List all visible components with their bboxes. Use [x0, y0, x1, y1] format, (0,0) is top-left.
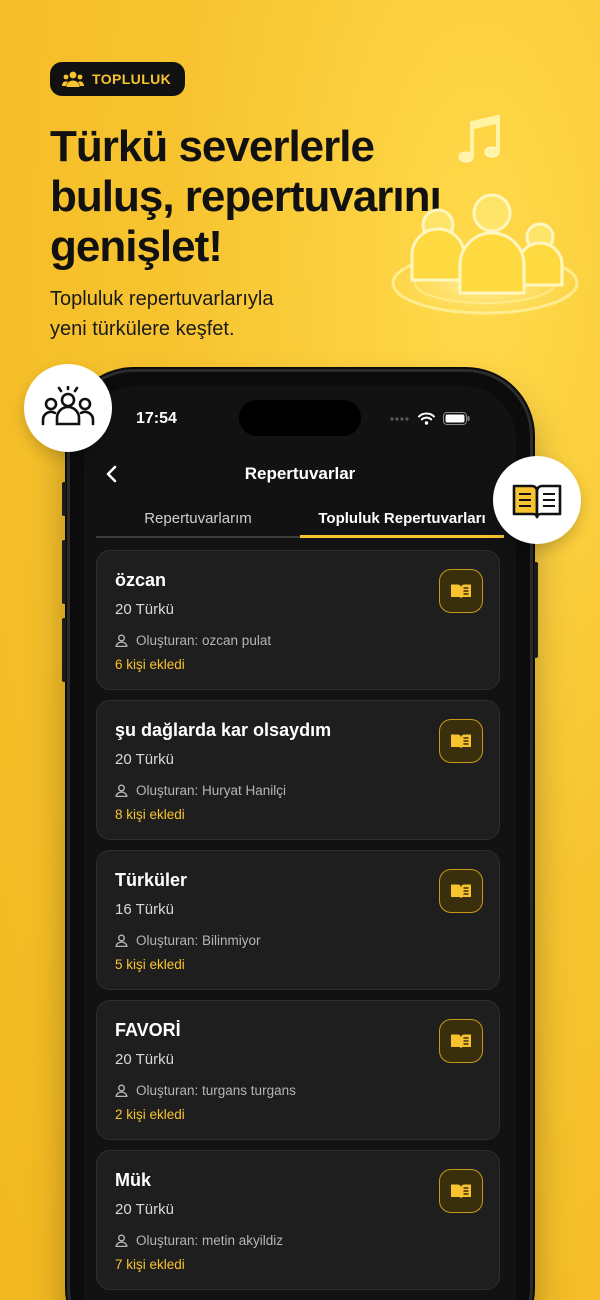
repertoire-added-count: 8 kişi ekledi — [115, 807, 185, 822]
book-icon — [451, 1034, 471, 1048]
user-icon — [115, 784, 128, 797]
repertoire-song-count: 16 Türkü — [115, 901, 174, 918]
repertoire-creator: Oluşturan: Huryat Hanilçi — [115, 783, 286, 798]
battery-icon — [443, 412, 470, 425]
nav-title: Repertuvarlar — [244, 464, 356, 483]
repertoire-list: özcan 20 Türkü Oluşturan: ozcan pulat 6 … — [96, 550, 500, 1300]
repertoire-added-count: 5 kişi ekledi — [115, 957, 185, 972]
tab-bar: Repertuvarlarım Topluluk Repertuvarları — [96, 508, 504, 538]
tab-community-repertoires[interactable]: Topluluk Repertuvarları — [300, 508, 504, 538]
repertoire-added-count: 7 kişi ekledi — [115, 1257, 185, 1272]
topluluk-badge: TOPLULUK — [50, 62, 186, 96]
open-book-icon — [512, 484, 562, 519]
repertoire-creator-label: Oluşturan: Bilinmiyor — [136, 933, 261, 948]
repertoire-title: Türküler — [115, 870, 188, 890]
repertoire-creator: Oluşturan: ozcan pulat — [115, 633, 271, 648]
repertoire-card[interactable]: özcan 20 Türkü Oluşturan: ozcan pulat 6 … — [96, 550, 500, 690]
repertoire-creator: Oluşturan: metin akyildiz — [115, 1233, 283, 1248]
open-repertoire-button[interactable] — [439, 719, 483, 763]
open-repertoire-button[interactable] — [439, 1019, 483, 1063]
dynamic-island — [239, 400, 361, 436]
repertoire-added-count: 2 kişi ekledi — [115, 1107, 185, 1122]
user-icon — [115, 934, 128, 947]
repertoire-creator-label: Oluşturan: turgans turgans — [136, 1083, 296, 1098]
open-repertoire-button[interactable] — [439, 1169, 483, 1213]
repertoire-creator: Oluşturan: turgans turgans — [115, 1083, 296, 1098]
user-icon — [115, 1234, 128, 1247]
book-bubble — [493, 456, 581, 544]
repertoire-title: Mük — [115, 1170, 151, 1190]
hero-subtitle: Topluluk repertuvarlarıyla yeni türküler… — [50, 284, 390, 344]
hero-subtitle-line: yeni türkülere keşfet. — [50, 318, 235, 340]
repertoire-card[interactable]: Türküler 16 Türkü Oluşturan: Bilinmiyor … — [96, 850, 500, 990]
repertoire-card[interactable]: Mük 20 Türkü Oluşturan: metin akyildiz 7… — [96, 1150, 500, 1290]
phone-side-button — [534, 562, 538, 658]
repertoire-song-count: 20 Türkü — [115, 601, 174, 618]
tab-my-repertoires[interactable]: Repertuvarlarım — [96, 508, 300, 538]
people-group-icon — [410, 193, 564, 295]
repertoire-title: özcan — [115, 570, 167, 590]
repertoire-added-count: 6 kişi ekledi — [115, 657, 185, 672]
repertoire-card[interactable]: şu dağlarda kar olsaydım 20 Türkü Oluştu… — [96, 700, 500, 840]
people-group-icon — [41, 386, 95, 426]
book-icon — [451, 584, 471, 598]
book-icon — [451, 1184, 471, 1198]
repertoire-title: şu dağlarda kar olsaydım — [115, 720, 332, 740]
repertoire-title: FAVORİ — [115, 1020, 181, 1040]
phone-side-button — [62, 482, 66, 516]
hero-subtitle-line: Topluluk repertuvarlarıyla — [50, 288, 274, 310]
app-screen: 17:54 Repertuvarlar Repertuvarlarım Topl… — [84, 386, 516, 1300]
community-icon — [62, 71, 84, 87]
phone-side-button — [62, 540, 66, 604]
repertoire-creator-label: Oluşturan: metin akyildiz — [136, 1233, 284, 1248]
phone-side-button — [62, 618, 66, 682]
repertoire-creator-label: Oluşturan: Huryat Hanilçi — [136, 783, 287, 798]
music-note-icon — [458, 114, 500, 163]
phone-mockup: 17:54 Repertuvarlar Repertuvarlarım Topl… — [62, 372, 538, 1300]
wifi-icon — [418, 412, 435, 425]
book-icon — [451, 884, 471, 898]
open-repertoire-button[interactable] — [439, 869, 483, 913]
repertoire-song-count: 20 Türkü — [115, 1201, 174, 1218]
user-icon — [115, 1084, 128, 1097]
cellular-signal-icon — [390, 416, 409, 421]
status-time: 17:54 — [136, 410, 177, 427]
repertoire-song-count: 20 Türkü — [115, 751, 174, 768]
book-icon — [451, 734, 471, 748]
community-music-illustration — [385, 114, 585, 323]
status-icons — [390, 412, 470, 425]
repertoire-creator: Oluşturan: Bilinmiyor — [115, 933, 261, 948]
repertoire-card[interactable]: FAVORİ 20 Türkü Oluşturan: turgans turga… — [96, 1000, 500, 1140]
user-icon — [115, 634, 128, 647]
repertoire-song-count: 20 Türkü — [115, 1051, 174, 1068]
community-bubble — [24, 364, 112, 452]
badge-label: TOPLULUK — [92, 71, 172, 87]
repertoire-creator-label: Oluşturan: ozcan pulat — [136, 633, 272, 648]
open-repertoire-button[interactable] — [439, 569, 483, 613]
